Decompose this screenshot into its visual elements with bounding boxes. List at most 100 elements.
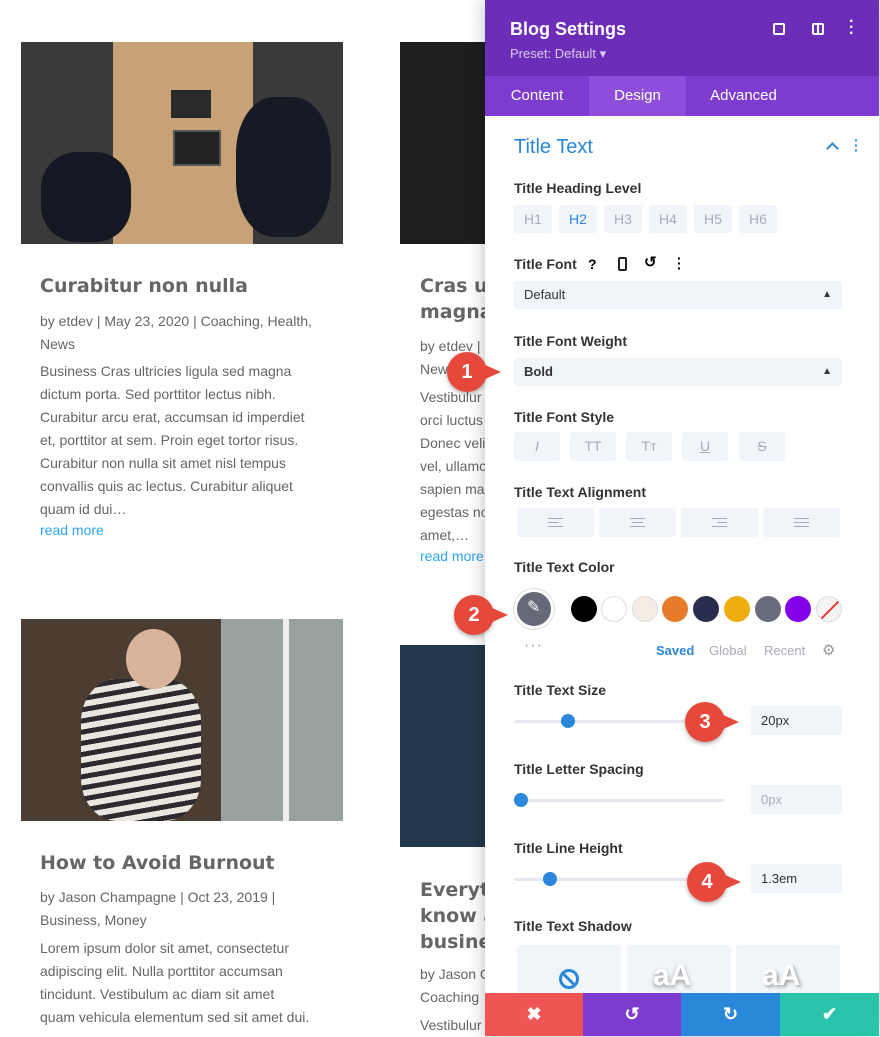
tab-advanced[interactable]: Advanced (686, 76, 801, 116)
post-meta: by Jason C Coaching (420, 966, 485, 1005)
heading-h2-button[interactable]: H2 (559, 205, 597, 233)
help-icon[interactable]: ? (588, 256, 597, 272)
modal-header: Blog Settings Preset: Default ▾ · · · (485, 0, 879, 76)
post-title[interactable]: Everytlknow abusine (420, 877, 485, 955)
strikethrough-button[interactable]: S (739, 432, 785, 461)
heading-h1-button[interactable]: H1 (514, 205, 552, 233)
font-select[interactable]: Default ▲ (514, 281, 842, 309)
post-excerpt: Vestibulur orci luctus Donec veli vel, ulla… (420, 389, 485, 543)
italic-button[interactable]: I (514, 432, 560, 461)
section-title[interactable]: Title Text (514, 136, 593, 159)
spacing-slider-track[interactable] (514, 799, 724, 802)
spacing-input[interactable]: 0px (751, 785, 842, 814)
uppercase-button[interactable]: TT (570, 432, 616, 461)
color-picker-button[interactable]: ✎ (514, 589, 554, 629)
modal-title: Blog Settings (510, 19, 626, 39)
spacing-slider-handle[interactable] (514, 793, 528, 807)
reset-icon[interactable]: ↺ (644, 253, 657, 271)
post-meta-line: News (40, 335, 76, 352)
heading-h6-button[interactable]: H6 (739, 205, 777, 233)
preset-dropdown[interactable]: Preset: Default ▾ (510, 46, 606, 62)
heading-h5-button[interactable]: H5 (694, 205, 732, 233)
callout-2: 2 (454, 595, 508, 635)
mobile-icon[interactable] (618, 257, 627, 271)
letter-spacing-label: Title Letter Spacing (514, 761, 644, 777)
heading-h3-button[interactable]: H3 (604, 205, 642, 233)
global-tab[interactable]: Global (709, 643, 747, 658)
font-weight-label: Title Font Weight (514, 333, 628, 349)
size-input[interactable]: 20px (751, 706, 842, 735)
heading-h4-button[interactable]: H4 (649, 205, 687, 233)
color-swatch-navy[interactable] (693, 596, 719, 622)
callout-3: 3 (685, 702, 739, 742)
gear-icon[interactable]: ⚙ (822, 641, 835, 659)
callout-1: 1 (447, 352, 501, 392)
font-style-label: Title Font Style (514, 409, 615, 425)
tab-content[interactable]: Content (485, 76, 589, 116)
font-weight-select[interactable]: Bold ▲ (514, 358, 842, 386)
align-justify-button[interactable] (763, 508, 840, 537)
color-swatch-none[interactable] (816, 596, 842, 622)
read-more-link[interactable]: read more (40, 522, 104, 538)
split-view-icon[interactable] (812, 23, 824, 35)
text-size-label: Title Text Size (514, 682, 607, 698)
more-options-icon[interactable]: · · · (849, 14, 854, 42)
post-title[interactable]: How to Avoid Burnout (40, 850, 275, 876)
select-arrows-icon: ▲ (822, 289, 832, 300)
align-right-button[interactable] (681, 508, 758, 537)
alignment-label: Title Text Alignment (514, 484, 646, 500)
post-excerpt: Vestibulur (420, 1017, 482, 1033)
align-center-button[interactable] (599, 508, 676, 537)
lineheight-slider-handle[interactable] (543, 872, 558, 886)
post-meta: by etdev | May 23, 2020 | Coaching, Heal… (40, 310, 312, 355)
read-more-link[interactable]: read more (420, 548, 485, 564)
no-shadow-icon (559, 969, 579, 989)
capitalize-button[interactable]: Tт (626, 432, 672, 461)
select-arrows-icon: ▲ (822, 366, 832, 377)
post-excerpt: Business Cras ultricies ligula sed magna… (40, 363, 305, 517)
color-swatch-gray[interactable] (755, 596, 781, 622)
size-slider-handle[interactable] (561, 714, 576, 728)
post-excerpt: Lorem ipsum dolor sit amet, consectetur a… (40, 940, 310, 1025)
post-image[interactable] (400, 42, 485, 244)
undo-button[interactable]: ↺ (583, 993, 681, 1036)
shadow-preview-text: aA (653, 959, 692, 992)
saved-tab[interactable]: Saved (656, 643, 694, 658)
save-button[interactable]: ✔ (780, 993, 879, 1036)
color-swatch-white[interactable] (601, 596, 627, 622)
callout-4: 4 (687, 862, 741, 902)
color-swatch-purple[interactable] (785, 596, 811, 622)
text-shadow-label: Title Text Shadow (514, 918, 632, 934)
post-meta: by Jason Champagne | Oct 23, 2019 | Busin… (40, 889, 276, 928)
settings-modal[interactable]: Blog Settings Preset: Default ▾ · · · Cont… (485, 0, 879, 1036)
tab-design[interactable]: Design (589, 76, 686, 116)
color-swatch-orange[interactable] (662, 596, 688, 622)
heading-level-label: Title Heading Level (514, 180, 642, 196)
more-swatches-icon[interactable]: ··· (524, 637, 543, 655)
post-image-woman-window[interactable] (21, 619, 343, 821)
post-meta-line: by etdev | May 23, 2020 | Coaching, Heal… (40, 313, 312, 329)
color-swatch-cream[interactable] (632, 596, 658, 622)
align-left-button[interactable] (517, 508, 594, 537)
text-color-label: Title Text Color (514, 559, 615, 575)
cancel-button[interactable]: ✖ (485, 993, 583, 1036)
shadow-preview-text: aA (762, 959, 801, 992)
section-menu-icon[interactable]: · · · (854, 133, 859, 157)
chevron-up-icon[interactable] (826, 142, 839, 155)
post-title[interactable]: Cras ul magna (420, 273, 494, 325)
color-swatch-yellow[interactable] (724, 596, 750, 622)
font-label: Title Font (514, 256, 577, 272)
line-height-label: Title Line Height (514, 840, 623, 856)
recent-tab[interactable]: Recent (764, 643, 805, 658)
redo-button[interactable]: ↻ (681, 993, 780, 1036)
post-image-business-meeting[interactable] (21, 42, 343, 244)
tab-bar: Content Design Advanced (485, 76, 879, 116)
underline-button[interactable]: U (682, 432, 728, 461)
post-image[interactable] (400, 645, 485, 847)
post-title[interactable]: Curabitur non nulla (40, 273, 248, 299)
eyedropper-icon: ✎ (527, 599, 541, 616)
field-menu-icon[interactable]: · · · (677, 251, 682, 275)
focus-icon[interactable] (773, 23, 785, 35)
color-swatch-black[interactable] (571, 596, 597, 622)
lineheight-input[interactable]: 1.3em (751, 864, 842, 893)
